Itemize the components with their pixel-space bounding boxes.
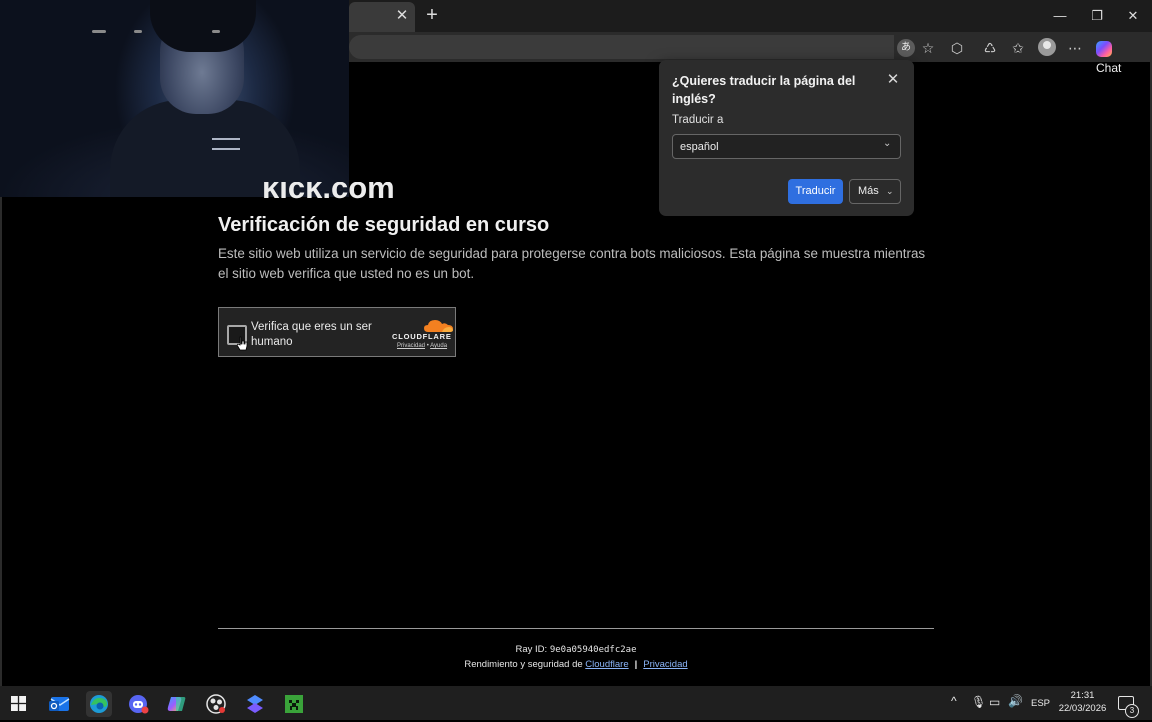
- address-bar[interactable]: [349, 35, 894, 59]
- turnstile-dot: •: [426, 343, 429, 349]
- obs-indicator: [212, 30, 220, 33]
- network-icon[interactable]: ▭: [989, 695, 1000, 709]
- page-heading: Verificación de seguridad en curso: [218, 214, 550, 236]
- translate-icon[interactable]: あ: [897, 39, 915, 57]
- performance-security-line: Rendimiento y seguridad de Cloudflare | Pr…: [0, 659, 1152, 670]
- collections-icon[interactable]: ♺: [979, 37, 1001, 59]
- page-description: Este sitio web utiliza un servicio de se…: [218, 246, 926, 281]
- turnstile-privacy-link[interactable]: Privacidad: [397, 343, 425, 349]
- tab-close-icon[interactable]: ✕: [394, 8, 410, 24]
- copilot-taskbar-icon[interactable]: [164, 691, 190, 717]
- shirt-logo: [212, 138, 240, 150]
- taskbar-clock[interactable]: 21:31 22/03/2026: [1050, 689, 1115, 715]
- profile-avatar-icon[interactable]: [1038, 38, 1056, 56]
- more-options-button[interactable]: Más ⌄: [849, 179, 901, 204]
- copilot-icon: [1096, 40, 1112, 57]
- more-options-label: Más: [858, 185, 879, 197]
- input-language[interactable]: ESP: [1031, 698, 1050, 709]
- discord-icon[interactable]: [125, 691, 151, 717]
- privacy-link[interactable]: Privacidad: [643, 659, 687, 670]
- footer-separator: |: [634, 659, 638, 670]
- translate-button[interactable]: Traducir: [788, 179, 843, 204]
- cloudflare-brand: CLOUDFLARE: [392, 332, 452, 341]
- translate-popup: ¿Quieres traducir la página del inglés? …: [659, 60, 914, 216]
- discord-indicator: [134, 30, 142, 33]
- volume-icon[interactable]: 🔊: [1008, 694, 1023, 708]
- clock-date: 22/03/2026: [1058, 703, 1107, 714]
- chevron-down-icon: ⌄: [883, 138, 892, 149]
- mouse-cursor-icon: [237, 336, 248, 351]
- microphone-icon[interactable]: 🎙: [971, 695, 986, 709]
- translate-to-label: Traducir a: [672, 114, 724, 126]
- cloudflare-link[interactable]: Cloudflare: [585, 659, 628, 670]
- outlook-icon[interactable]: [47, 691, 73, 717]
- cloudflare-turnstile-widget: Verifica que eres un ser humano CLOUDFLA…: [218, 307, 456, 357]
- close-window-button[interactable]: ✕: [1118, 4, 1148, 28]
- tool-icon[interactable]: [242, 691, 268, 717]
- translate-popup-title: ¿Quieres traducir la página del inglés?: [672, 74, 856, 106]
- edge-active-indicator: [92, 30, 106, 33]
- selected-language: español: [680, 141, 719, 153]
- turnstile-links: Privacidad • Ayuda: [397, 343, 447, 349]
- tray-chevron-up-icon[interactable]: ^: [951, 694, 957, 708]
- ray-id-label: Ray ID:: [515, 644, 548, 655]
- notification-count-badge: 3: [1125, 704, 1139, 718]
- more-icon[interactable]: ⋯: [1064, 37, 1086, 59]
- turnstile-help-link[interactable]: Ayuda: [430, 343, 447, 349]
- footer-divider: [218, 628, 934, 629]
- chevron-down-icon: ⌄: [886, 186, 894, 196]
- turnstile-label: Verifica que eres un ser humano: [251, 321, 372, 348]
- favorites-icon[interactable]: ✩: [1007, 37, 1029, 59]
- ray-id-value: 9e0a05940edfc2ae: [549, 645, 637, 655]
- ray-id-line: Ray ID: 9e0a05940edfc2ae: [0, 644, 1152, 655]
- extensions-icon[interactable]: ⬡: [946, 37, 968, 59]
- target-language-select[interactable]: español ⌄: [672, 134, 901, 159]
- minecraft-icon[interactable]: [281, 691, 307, 717]
- webcam-overlay: [0, 0, 349, 197]
- edge-icon[interactable]: [86, 691, 112, 717]
- perf-prefix: Rendimiento y seguridad de: [464, 659, 583, 670]
- new-tab-button[interactable]: +: [422, 5, 442, 25]
- obs-icon[interactable]: [203, 691, 229, 717]
- restore-button[interactable]: ❐: [1082, 4, 1112, 28]
- windows-start-icon[interactable]: [11, 696, 26, 711]
- copilot-chat-button[interactable]: Chat: [1096, 38, 1136, 75]
- minimize-button[interactable]: —: [1045, 4, 1075, 28]
- clock-time: 21:31: [1070, 690, 1095, 701]
- close-icon[interactable]: ✕: [885, 72, 901, 88]
- favorite-star-icon[interactable]: ☆: [917, 37, 939, 59]
- cloudflare-cloud-icon: [424, 320, 453, 332]
